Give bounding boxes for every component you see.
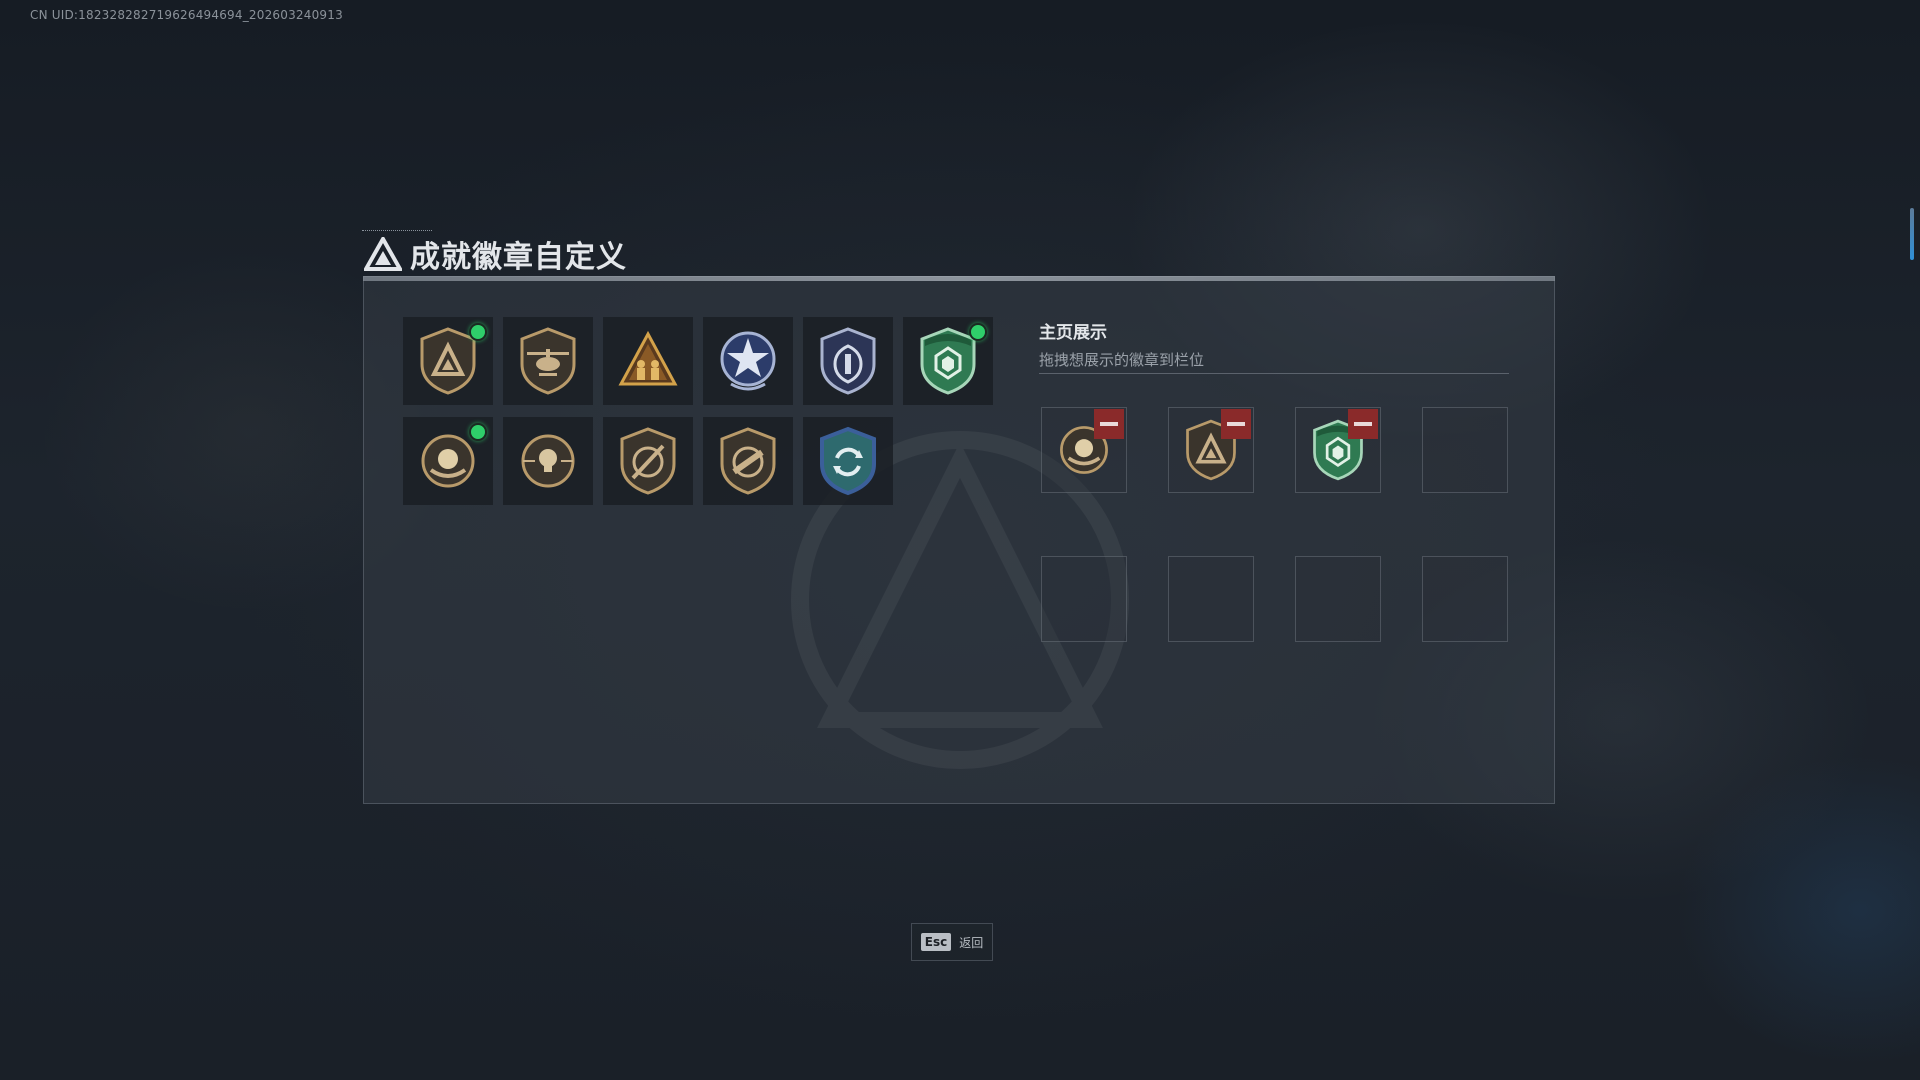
showcase-slot[interactable] (1168, 407, 1254, 493)
star-wreath-badge-icon (720, 331, 776, 391)
esc-key-icon: Esc (920, 933, 952, 951)
helicopter-badge-icon (520, 327, 576, 395)
badge-cell[interactable] (503, 417, 593, 505)
remove-badge-button[interactable] (1348, 409, 1378, 439)
minus-icon (1354, 422, 1372, 426)
rifle-shield-badge-icon (620, 427, 676, 495)
equipped-indicator (469, 323, 487, 341)
showcase-slot-empty[interactable] (1168, 556, 1254, 642)
badge-cell[interactable] (903, 317, 993, 405)
badge-cell[interactable] (403, 417, 493, 505)
showcase-slot-grid (1041, 407, 1508, 642)
showcase-slot-empty[interactable] (1041, 556, 1127, 642)
showcase-slot[interactable] (1295, 407, 1381, 493)
showcase-slot-empty[interactable] (1422, 556, 1508, 642)
showcase-slot[interactable] (1041, 407, 1127, 493)
showcase-slot-empty[interactable] (1422, 407, 1508, 493)
equipped-indicator (469, 423, 487, 441)
badge-cell[interactable] (603, 417, 693, 505)
showcase-divider (1039, 373, 1509, 374)
badge-cell[interactable] (503, 317, 593, 405)
uid-label: CN UID:182328282719626494694_20260324091… (30, 8, 343, 22)
back-label: 返回 (959, 935, 984, 950)
assault-rifle-shield-badge-icon (720, 427, 776, 495)
badge-cell[interactable] (703, 317, 793, 405)
panel-top-border (363, 276, 1555, 281)
scroll-indicator[interactable] (1910, 208, 1914, 260)
badge-cell[interactable] (703, 417, 793, 505)
back-button[interactable]: Esc 返回 (911, 923, 993, 961)
badge-cell[interactable] (803, 317, 893, 405)
minus-icon (1100, 422, 1118, 426)
showcase-subtitle: 拖拽想展示的徽章到栏位 (1039, 351, 1205, 369)
showcase-slot-empty[interactable] (1295, 556, 1381, 642)
soldiers-triangle-badge-icon (618, 330, 678, 386)
delta-logo-icon (364, 237, 402, 271)
badge-cell[interactable] (803, 417, 893, 505)
blue-cycle-shield-badge-icon (820, 426, 876, 496)
eagle-shield-badge-icon (820, 327, 876, 395)
showcase-title: 主页展示 (1039, 323, 1107, 343)
minus-icon (1227, 422, 1245, 426)
homepage-showcase-header: 主页展示 拖拽想展示的徽章到栏位 (1039, 318, 1509, 370)
skull-crosshair-badge-icon (521, 434, 575, 488)
equipped-indicator (969, 323, 987, 341)
page-title: 成就徽章自定义 (410, 240, 627, 275)
remove-badge-button[interactable] (1094, 409, 1124, 439)
remove-badge-button[interactable] (1221, 409, 1251, 439)
page-header: 成就徽章自定义 (364, 232, 627, 276)
badge-inventory-grid (403, 317, 993, 505)
badge-cell[interactable] (403, 317, 493, 405)
badge-cell[interactable] (603, 317, 693, 405)
